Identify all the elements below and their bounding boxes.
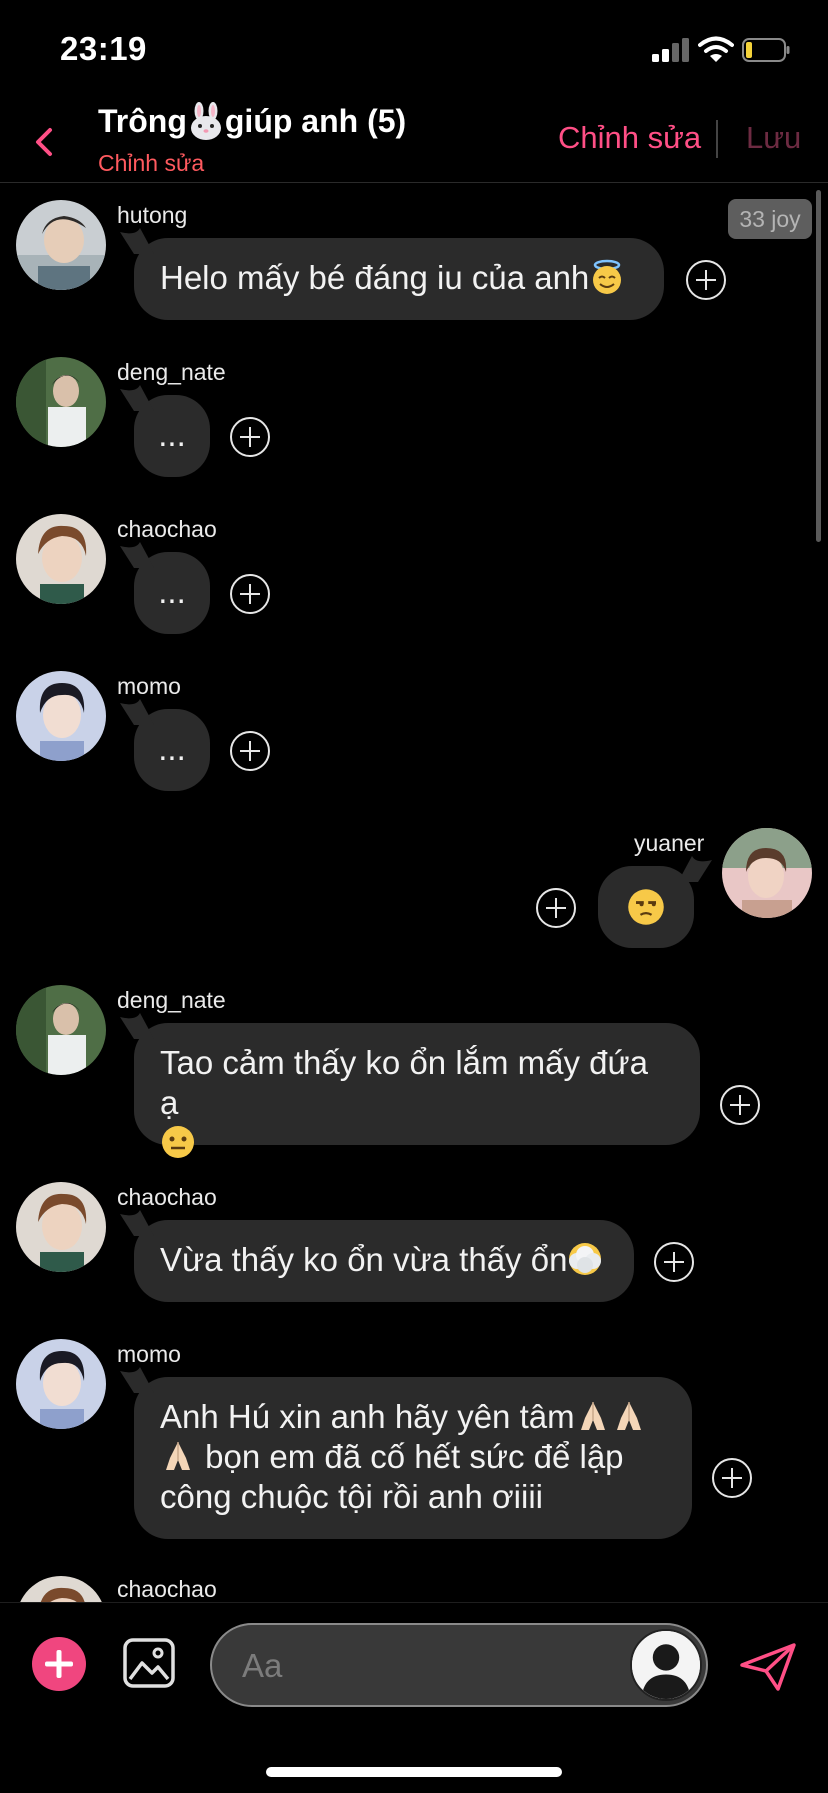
message-text-2: bọn em đã cố hết sức để lập	[205, 1438, 624, 1475]
folded-hands-icon	[166, 1442, 190, 1470]
message-text: Tao cảm thấy ko ổn lắm mấy đứa ạ	[160, 1044, 648, 1121]
scrollbar[interactable]	[816, 190, 821, 542]
add-reaction-button[interactable]	[720, 1085, 760, 1125]
chat-title: Trông giúp anh (5)	[98, 102, 406, 140]
bubble-tail	[120, 1367, 154, 1393]
message-text: Anh Hú xin anh hãy yên tâm	[160, 1398, 575, 1435]
avatar[interactable]	[16, 1182, 106, 1272]
message-bubble[interactable]: ...	[120, 385, 210, 477]
add-reaction-button[interactable]	[230, 574, 270, 614]
username: chaochao	[117, 1184, 217, 1210]
unamused-face-icon	[628, 889, 664, 925]
signal-icon	[652, 38, 689, 62]
folded-hands-icon	[580, 1402, 605, 1430]
avatar[interactable]	[16, 357, 106, 447]
add-reaction-button[interactable]	[712, 1458, 752, 1498]
message-text-3: công chuộc tội rồi anh ơiiii	[160, 1478, 544, 1515]
wifi-icon	[698, 36, 734, 62]
avatar[interactable]	[16, 1576, 106, 1602]
message-input-wrapper	[210, 1623, 708, 1707]
message-input[interactable]	[240, 1643, 624, 1689]
edit-button[interactable]: Chỉnh sửa	[558, 120, 701, 156]
username: momo	[117, 1341, 181, 1367]
bubble-tail	[120, 1210, 154, 1236]
add-reaction-button[interactable]	[686, 260, 726, 300]
bubble-tail	[678, 856, 712, 882]
avatar[interactable]	[16, 671, 106, 761]
message-text: ...	[158, 573, 186, 610]
rabbit-icon	[190, 102, 221, 140]
bubble-tail	[120, 385, 154, 411]
composer-bar	[0, 1602, 828, 1793]
home-indicator[interactable]	[266, 1767, 562, 1777]
add-reaction-button[interactable]	[230, 731, 270, 771]
avatar[interactable]	[16, 514, 106, 604]
neutral-face-icon	[162, 1126, 194, 1158]
username: hutong	[117, 202, 188, 228]
username: yuaner	[634, 830, 705, 856]
avatar[interactable]	[16, 200, 106, 290]
message-bubble[interactable]: ...	[120, 542, 210, 634]
bubble-tail	[120, 1013, 154, 1039]
username: deng_nate	[117, 987, 226, 1013]
message-bubble[interactable]: Tao cảm thấy ko ổn lắm mấy đứa ạ	[120, 1013, 700, 1158]
chat-header: Trông giúp anh (5) Chỉnh sửa Chỉnh sửa L…	[0, 100, 828, 183]
message-bubble[interactable]: ...	[120, 699, 210, 791]
image-icon[interactable]	[122, 1637, 176, 1689]
add-button[interactable]	[32, 1637, 86, 1691]
back-chevron-icon[interactable]	[30, 122, 60, 162]
smiling-face-with-halo-icon	[593, 259, 622, 294]
folded-hands-icon	[616, 1402, 641, 1430]
message-text: ...	[158, 730, 186, 767]
chat-title-text-2: giúp anh (5)	[224, 103, 407, 139]
user-avatar-icon[interactable]	[630, 1629, 702, 1701]
message-text: ...	[158, 416, 186, 453]
bubble-tail	[120, 542, 154, 568]
avatar[interactable]	[722, 828, 812, 918]
message-bubble[interactable]: Helo mấy bé đáng iu của anh	[120, 228, 664, 320]
status-bar: 23:19	[0, 0, 828, 100]
header-divider	[716, 120, 718, 158]
chat-subtitle[interactable]: Chỉnh sửa	[98, 150, 204, 177]
add-reaction-button[interactable]	[230, 417, 270, 457]
message-bubble[interactable]: Anh Hú xin anh hãy yên tâm bọn em đã cố …	[120, 1367, 692, 1539]
add-reaction-button[interactable]	[536, 888, 576, 928]
battery-icon	[742, 38, 790, 62]
username: chaochao	[117, 516, 217, 542]
send-icon[interactable]	[738, 1641, 798, 1693]
message-bubble[interactable]	[598, 856, 712, 948]
save-button[interactable]: Lưu	[746, 120, 801, 156]
message-text: Vừa thấy ko ổn vừa thấy ổn	[160, 1241, 568, 1278]
joy-badge: 33 joy	[728, 199, 812, 239]
add-reaction-button[interactable]	[654, 1242, 694, 1282]
bubble-tail	[120, 228, 154, 254]
chat-title-text: Trông	[98, 103, 187, 139]
avatar[interactable]	[16, 985, 106, 1075]
message-bubble[interactable]: Vừa thấy ko ổn vừa thấy ổn	[120, 1210, 634, 1302]
username: chaochao	[117, 1576, 217, 1602]
status-time: 23:19	[60, 30, 147, 67]
message-row: chaochao	[0, 1576, 828, 1602]
username: deng_nate	[117, 359, 226, 385]
message-text: Helo mấy bé đáng iu của anh	[160, 259, 590, 296]
face-exhaling-icon	[569, 1243, 602, 1275]
avatar[interactable]	[16, 1339, 106, 1429]
username: momo	[117, 673, 181, 699]
bubble-tail	[120, 699, 154, 725]
